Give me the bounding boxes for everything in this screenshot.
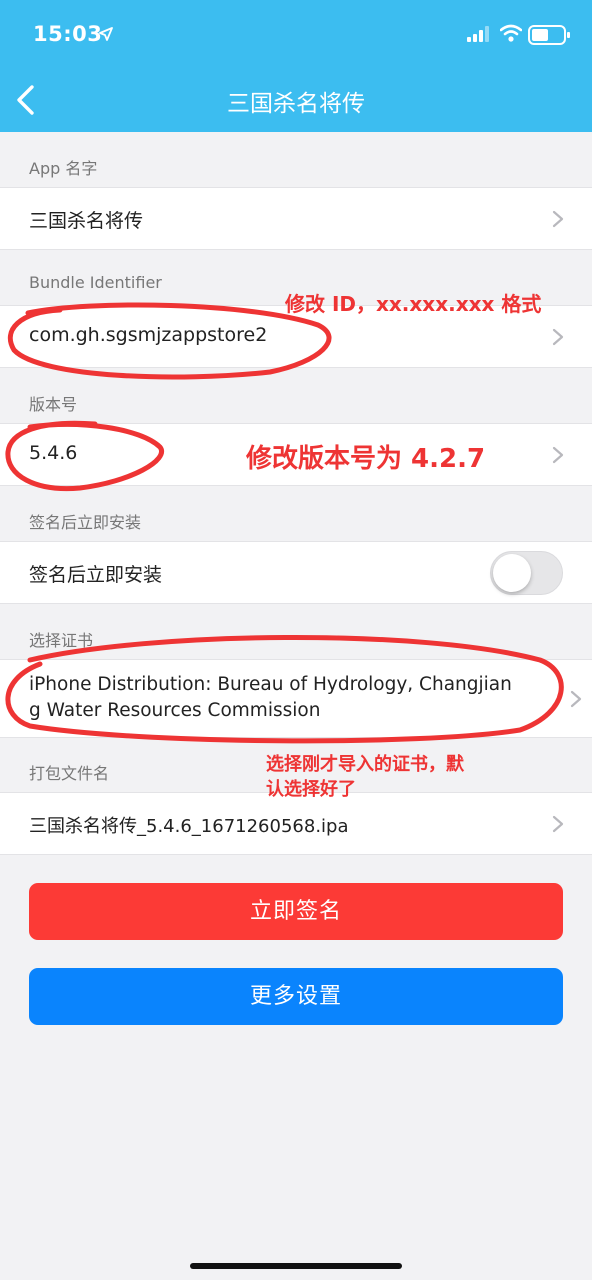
chevron-right-icon: [552, 446, 564, 463]
location-arrow-icon: [99, 27, 113, 41]
chevron-right-icon: [570, 690, 582, 707]
certificate-row[interactable]: iPhone Distribution: Bureau of Hydrology…: [0, 659, 592, 738]
install-row: 签名后立即安装: [0, 541, 592, 604]
battery-icon: [528, 25, 570, 45]
annotation-cert-note-line2: 认选择好了: [266, 779, 356, 800]
certificate-value-line1: iPhone Distribution: Bureau of Hydrology…: [29, 674, 512, 695]
section-label-bundle-id: Bundle Identifier: [29, 273, 162, 292]
wifi-icon: [500, 24, 522, 42]
chevron-right-icon: [552, 328, 564, 345]
cellular-signal-icon: [467, 26, 489, 42]
chevron-right-icon: [552, 210, 564, 227]
more-settings-button[interactable]: 更多设置: [29, 968, 563, 1025]
annotation-bundle-note: 修改 ID，xx.xxx.xxx 格式: [285, 292, 542, 316]
annotation-cert-note-line1: 选择刚才导入的证书，默: [266, 754, 464, 775]
certificate-value-line2: g Water Resources Commission: [29, 700, 321, 721]
sign-now-button[interactable]: 立即签名: [29, 883, 563, 940]
install-row-label: 签名后立即安装: [29, 564, 163, 586]
bundle-id-value: com.gh.sgsmjzappstore2: [29, 324, 268, 346]
version-value: 5.4.6: [29, 442, 78, 464]
page-title: 三国杀名将传: [227, 91, 365, 117]
package-name-row[interactable]: 三国杀名将传_5.4.6_1671260568.ipa: [0, 792, 592, 855]
section-label-install: 签名后立即安装: [29, 513, 142, 532]
app-name-value: 三国杀名将传: [29, 210, 144, 232]
status-time: 15:03: [33, 22, 103, 46]
app-name-row[interactable]: 三国杀名将传: [0, 187, 592, 250]
section-label-version: 版本号: [29, 395, 78, 414]
nav-header: 15:03 三国杀名将传: [0, 0, 592, 132]
chevron-right-icon: [552, 815, 564, 832]
section-label-package-name: 打包文件名: [29, 764, 110, 783]
home-indicator[interactable]: [190, 1263, 402, 1269]
annotation-version-note: 修改版本号为 4.2.7: [246, 444, 486, 474]
toggle-knob: [493, 554, 531, 592]
section-label-certificate: 选择证书: [29, 631, 94, 650]
section-label-app-name: App 名字: [29, 159, 98, 178]
package-name-value: 三国杀名将传_5.4.6_1671260568.ipa: [29, 816, 349, 837]
install-toggle[interactable]: [490, 551, 563, 595]
